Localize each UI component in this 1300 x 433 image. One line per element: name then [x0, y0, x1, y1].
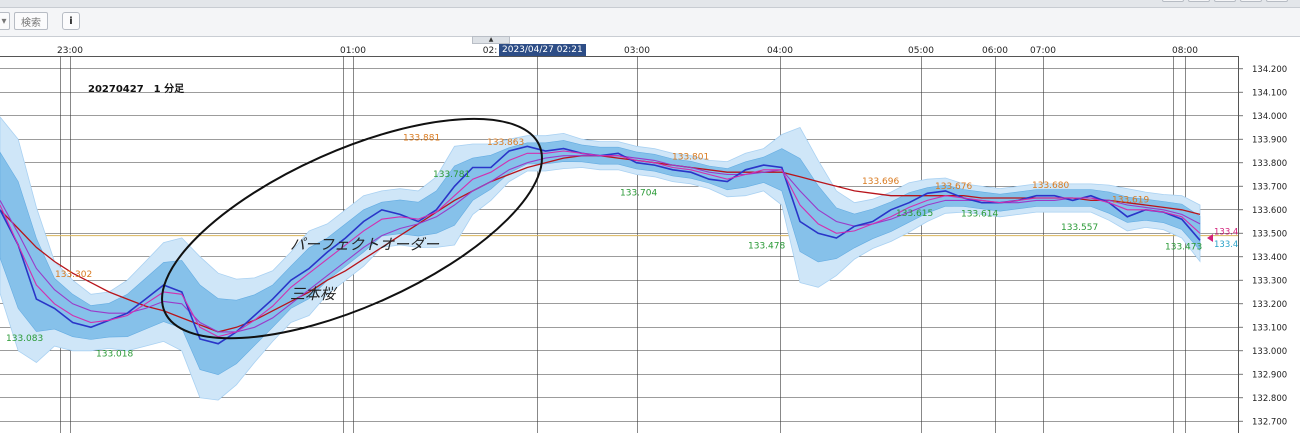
current-price-label: 133.4 — [1214, 240, 1238, 250]
high-value-label: 133.696 — [862, 177, 899, 187]
x-tick-label: 01:00 — [340, 46, 366, 56]
low-value-label: 133.473 — [1165, 243, 1202, 253]
x-tick-label: 04:00 — [767, 46, 793, 56]
low-value-label: 133.615 — [896, 209, 933, 219]
annotation-text-line2: 三本桜 — [290, 285, 338, 303]
x-tick-label: 03:00 — [624, 46, 650, 56]
y-tick-label: 132.900 — [1252, 370, 1287, 380]
low-value-label: 133.704 — [620, 188, 657, 198]
y-tick-label: 133.500 — [1252, 229, 1287, 239]
y-tick-label: 133.400 — [1252, 253, 1287, 263]
y-tick-label: 133.600 — [1252, 206, 1287, 216]
y-tick-label: 133.000 — [1252, 347, 1287, 357]
chart-toolbar: ▾ 検索 i — [0, 8, 1300, 37]
y-tick-label: 133.300 — [1252, 276, 1287, 286]
window-control-button[interactable] — [1188, 0, 1210, 2]
high-value-label: 133.881 — [403, 134, 440, 144]
y-tick-label: 134.100 — [1252, 88, 1287, 98]
window-control-button[interactable] — [1266, 0, 1288, 2]
x-tick-label: 08:00 — [1172, 46, 1198, 56]
y-tick-label: 134.200 — [1252, 65, 1287, 75]
dropdown-chevron-icon[interactable]: ▾ — [0, 12, 10, 30]
y-tick-label: 132.800 — [1252, 394, 1287, 404]
window-top-strip — [0, 0, 1300, 8]
window-control-button[interactable] — [1240, 0, 1262, 2]
high-value-label: 133.619 — [1112, 195, 1149, 205]
y-tick-label: 133.100 — [1252, 323, 1287, 333]
price-chart[interactable]: 23:00 01:00 02: 03:00 04:00 05:00 06:00 07:00 08… — [0, 36, 1300, 433]
crosshair-date-label: 2023/04/27 02:21 — [499, 44, 586, 56]
window-control-button[interactable] — [1162, 0, 1184, 2]
y-tick-label: 133.800 — [1252, 159, 1287, 169]
high-value-label: 133.680 — [1032, 181, 1069, 191]
y-tick-label: 132.700 — [1252, 417, 1287, 427]
low-value-label: 133.018 — [96, 350, 133, 360]
x-tick-label: 07:00 — [1030, 46, 1056, 56]
y-tick-label: 133.200 — [1252, 300, 1287, 310]
info-icon[interactable]: i — [62, 12, 80, 30]
low-value-label: 133.614 — [961, 209, 998, 219]
x-tick-label: 02: — [483, 46, 497, 56]
low-value-label: 133.083 — [6, 334, 43, 344]
window-control-button[interactable] — [1214, 0, 1236, 2]
high-value-label: 133.801 — [672, 153, 709, 163]
x-tick-label: 23:00 — [57, 46, 83, 56]
high-value-label: 133.676 — [935, 182, 972, 192]
chart-title: 20270427 1 分足 — [88, 84, 185, 95]
high-value-label: 133.302 — [55, 270, 92, 280]
annotation-text-line1: パーフェクトオーダー — [290, 236, 440, 254]
y-tick-label: 133.900 — [1252, 135, 1287, 145]
x-tick-label: 06:00 — [982, 46, 1008, 56]
low-value-label: 133.478 — [748, 241, 785, 251]
current-price-label: 133.4 — [1214, 228, 1238, 238]
high-value-label: 133.863 — [487, 138, 524, 148]
search-button[interactable]: 検索 — [14, 12, 48, 30]
low-value-label: 133.557 — [1061, 223, 1098, 233]
y-tick-label: 133.700 — [1252, 182, 1287, 192]
low-value-label: 133.781 — [433, 170, 470, 180]
y-tick-label: 134.000 — [1252, 112, 1287, 122]
x-tick-label: 05:00 — [908, 46, 934, 56]
